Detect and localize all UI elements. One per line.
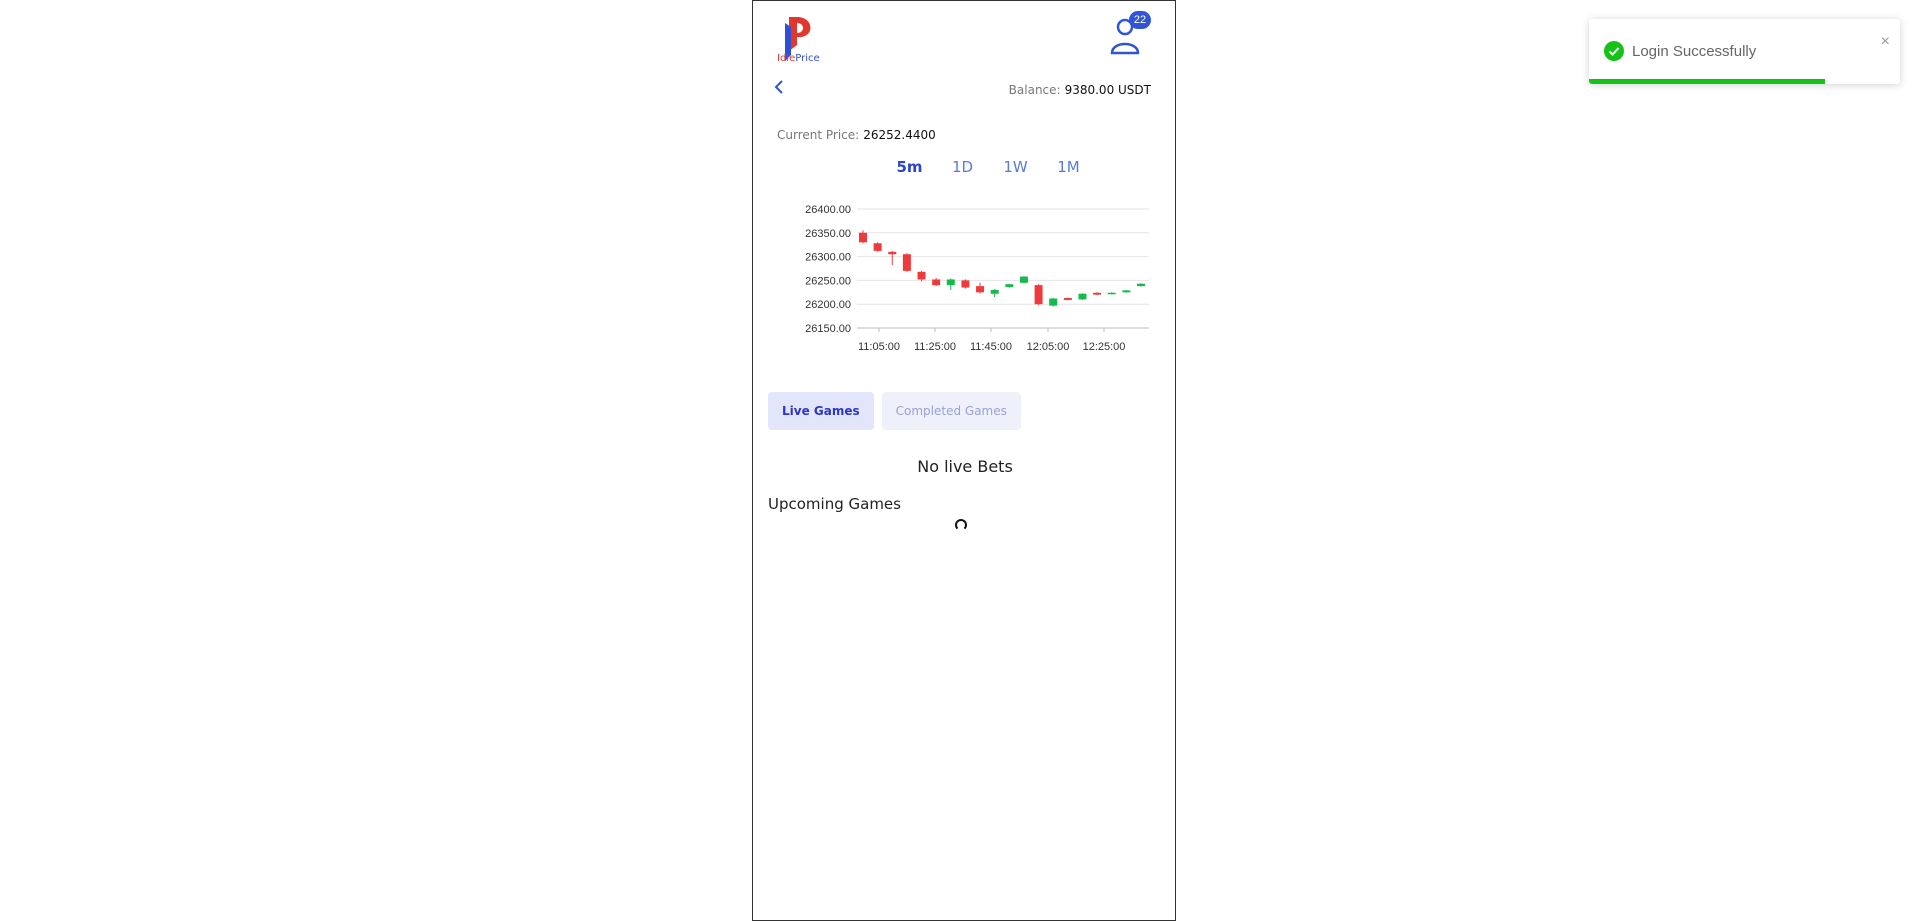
loading-spinner-icon [955,519,967,531]
chart-y-tick-label: 26400.00 [805,204,851,216]
chart-candle [859,232,867,243]
price-chart: 26400.00 26350.00 26300.00 26250.00 26200.00… [805,204,1149,353]
notification-badge: 22 [1129,11,1151,29]
chart-y-tick-label: 26300.00 [805,252,851,264]
chart-x-tick-label: 12:25:00 [1083,341,1126,353]
user-profile-button[interactable]: 22 [1109,11,1151,55]
no-live-bets-message: No live Bets [917,457,1013,476]
chart-x-tick-label: 12:05:00 [1027,341,1070,353]
chart-candle [1063,298,1072,300]
chart-candle [1049,298,1058,306]
game-tabs: Live Games Completed Games [768,392,1021,430]
current-price-label: Current Price: [777,128,860,142]
back-arrow-icon[interactable] [771,79,787,95]
chart-x-tick-label: 11:45:00 [970,341,1012,353]
chart-y-tick-label: 26150.00 [805,323,851,335]
brand-name: IdlePrice [777,53,820,64]
current-price: Current Price: 26252.4400 [777,128,936,142]
chart-y-tick-label: 26200.00 [805,299,851,311]
toast-notification: Login Successfully × [1589,19,1900,84]
chart-candle [961,280,970,288]
tab-1w[interactable]: 1W [989,158,1042,176]
chart-candle [932,279,941,286]
chart-candle [888,251,897,255]
chart-candle [1093,292,1102,295]
chart-x-tick-label: 11:25:00 [914,341,956,353]
chart-y-tick-label: 26250.00 [805,275,851,287]
balance-display: Balance: 9380.00 USDT [1009,83,1151,97]
chart-candle [976,286,985,293]
upcoming-games-title: Upcoming Games [768,495,901,513]
chart-candle [1078,293,1087,300]
chart-candle [1122,290,1131,293]
chart-candle [1034,285,1043,305]
chart-candle [990,289,999,294]
balance-label: Balance: [1008,83,1061,97]
chart-candle [873,243,882,251]
tab-5m[interactable]: 5m [883,158,936,176]
toast-progress-bar [1589,79,1826,84]
timeframe-tabs: 5m 1D 1W 1M [883,158,1095,176]
tab-1d[interactable]: 1D [936,158,989,176]
current-price-value: 26252.4400 [863,128,936,142]
chart-candle [1019,276,1028,283]
app-frame: IdlePrice 22 Balance: 9380.00 USDT Curren… [752,0,1176,921]
tab-completed-games[interactable]: Completed Games [881,392,1021,430]
balance-value: 9380.00 USDT [1064,83,1151,97]
chart-candle [902,254,911,271]
chart-candle [946,279,955,286]
tab-1m[interactable]: 1M [1042,158,1095,176]
toast-message: Login Successfully [1632,43,1757,60]
close-icon[interactable]: × [1881,33,1890,51]
tab-live-games[interactable]: Live Games [768,392,874,430]
success-check-icon [1604,41,1624,61]
chart-x-tick-label: 11:05:00 [858,341,900,353]
chart-candle [1107,292,1116,295]
chart-y-tick-label: 26350.00 [805,228,851,240]
chart-candle [1137,283,1145,287]
chart-candle [1005,284,1014,288]
chart-candle [917,271,926,280]
